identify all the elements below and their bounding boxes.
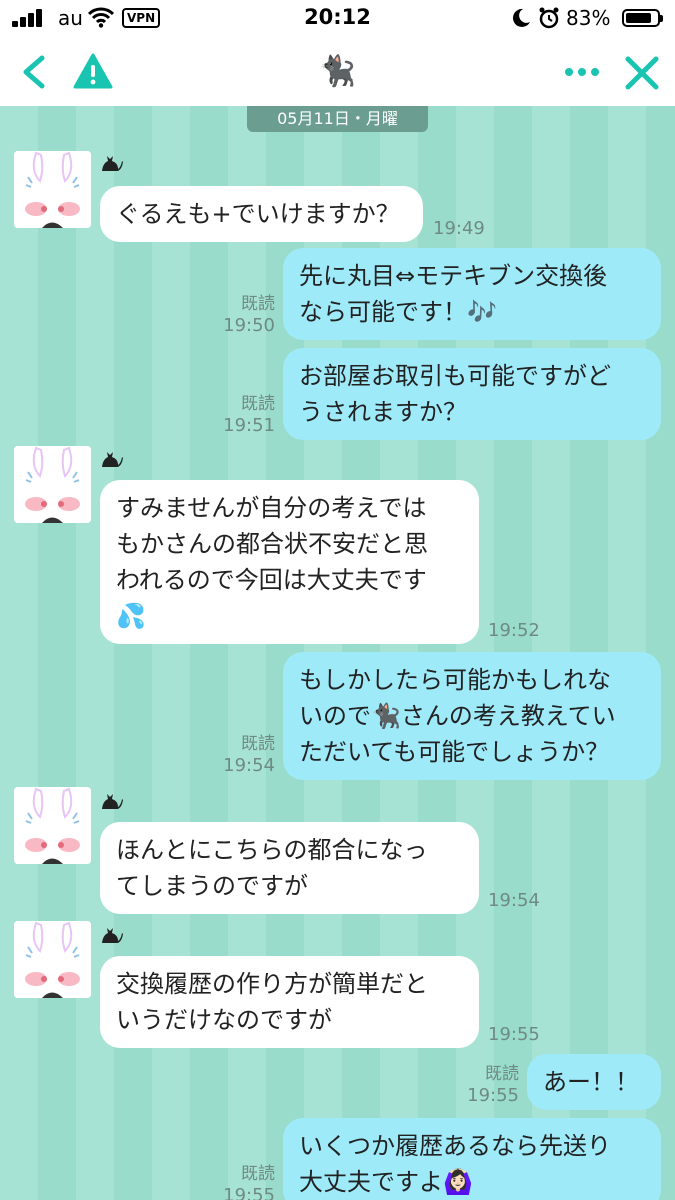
- outgoing-message-bubble[interactable]: 先に丸目⇔モテキブン交換後 なら可能です！🎶: [283, 248, 661, 340]
- sender-cat-icon: [100, 791, 124, 811]
- read-receipt: 既読: [241, 294, 275, 314]
- sender-avatar[interactable]: [14, 151, 91, 228]
- incoming-message-bubble[interactable]: 交換履歴の作り方が簡単だと いうだけなのですが: [100, 956, 479, 1048]
- more-icon[interactable]: [562, 52, 602, 92]
- sender-cat-icon: [100, 925, 124, 945]
- message-time: 19:50: [223, 315, 275, 336]
- message-time: 19:51: [223, 415, 275, 436]
- message-meta: 既読 19:51: [223, 394, 275, 436]
- alarm-icon: [539, 7, 559, 29]
- sender-avatar[interactable]: [14, 787, 91, 864]
- outgoing-message-bubble[interactable]: お部屋お取引も可能ですがど うされますか？: [283, 348, 661, 440]
- outgoing-message-bubble[interactable]: もしかしたら可能かもしれな いので🐈‍⬛さんの考え教えてい ただいても可能でしょ…: [283, 652, 661, 780]
- chat-header: 🐈‍⬛: [0, 38, 675, 106]
- sender-avatar[interactable]: [14, 446, 91, 523]
- date-separator: 05月11日・月曜: [247, 106, 428, 132]
- read-receipt: 既読: [241, 734, 275, 754]
- sender-avatar[interactable]: [14, 921, 91, 998]
- message-time: 19:55: [467, 1085, 519, 1106]
- message-meta: 既読 19:50: [223, 294, 275, 336]
- chat-area[interactable]: 05月11日・月曜 ぐるえも+でいけますか？ 19:49 先に丸目⇔モテキブン交換後…: [0, 106, 675, 1200]
- status-bar: au VPN 20:12 83%: [0, 0, 675, 38]
- outgoing-message-bubble[interactable]: あー！！: [527, 1054, 661, 1110]
- moon-icon: [512, 8, 530, 27]
- battery-icon: [622, 9, 663, 27]
- battery-percent: 83%: [566, 6, 611, 30]
- close-icon[interactable]: [622, 53, 662, 93]
- incoming-message-bubble[interactable]: ほんとにこちらの都合になっ てしまうのですが: [100, 822, 479, 914]
- message-meta: 既読 19:55: [467, 1064, 519, 1106]
- message-time: 19:54: [488, 890, 540, 911]
- outgoing-message-bubble[interactable]: いくつか履歴あるなら先送り 大丈夫ですよ🙆🏻‍♀️: [283, 1118, 661, 1200]
- message-time: 19:55: [223, 1185, 275, 1200]
- sender-cat-icon: [100, 153, 124, 173]
- message-time: 19:55: [488, 1024, 540, 1045]
- message-time: 19:54: [223, 755, 275, 776]
- message-meta: 既読 19:55: [223, 1164, 275, 1200]
- incoming-message-bubble[interactable]: ぐるえも+でいけますか？: [100, 186, 423, 242]
- read-receipt: 既読: [485, 1064, 519, 1084]
- sender-cat-icon: [100, 449, 124, 469]
- read-receipt: 既読: [241, 1164, 275, 1184]
- message-time: 19:49: [433, 218, 485, 239]
- read-receipt: 既読: [241, 394, 275, 414]
- message-time: 19:52: [488, 620, 540, 641]
- message-meta: 既読 19:54: [223, 734, 275, 776]
- incoming-message-bubble[interactable]: すみませんが自分の考えでは もかさんの都合状不安だと思 われるので今回は大丈夫で…: [100, 480, 479, 644]
